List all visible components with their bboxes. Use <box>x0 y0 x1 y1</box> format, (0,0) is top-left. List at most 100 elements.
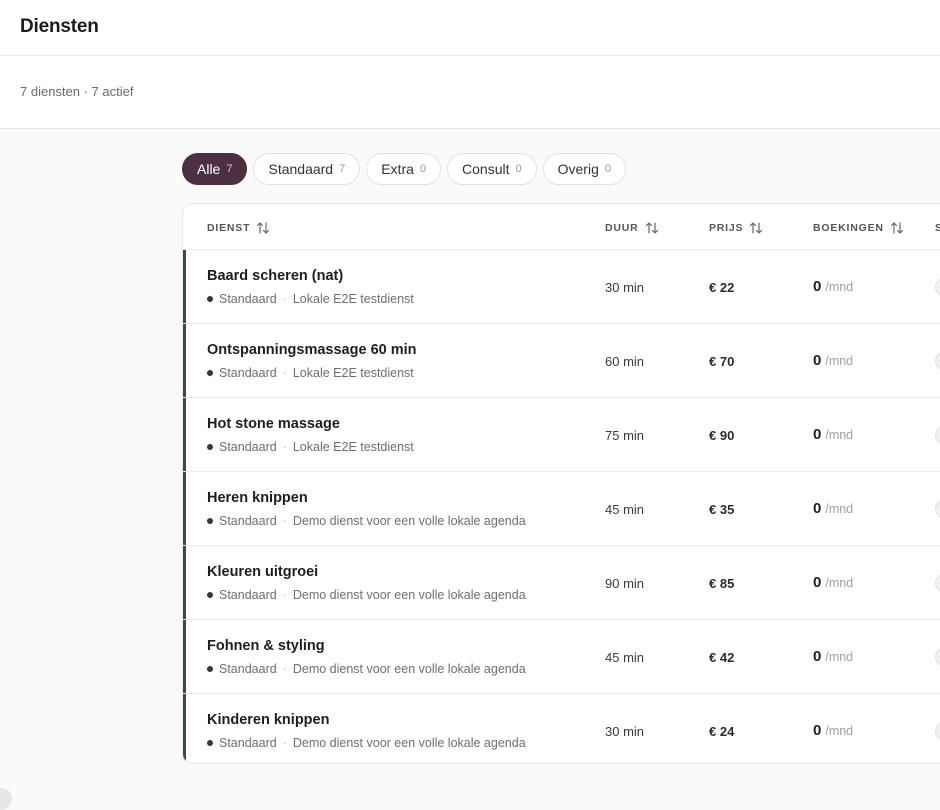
service-description: Lokale E2E testdienst <box>292 292 414 306</box>
service-category: Standaard <box>219 736 277 750</box>
dot-icon <box>207 444 213 450</box>
dot-icon <box>207 592 213 598</box>
service-price: € 24 <box>709 724 735 739</box>
service-price: € 85 <box>709 576 735 591</box>
service-meta: Standaard · Lokale E2E testdienst <box>207 292 414 306</box>
top-bar: Diensten <box>0 0 940 56</box>
table-header: DIENST DUUR PRIJS BOEKINGEN S <box>183 204 940 250</box>
table-row[interactable]: Hot stone massage Standaard · Lokale E2E… <box>183 398 940 472</box>
bookings-unit: /mnd <box>825 502 854 516</box>
bookings-unit: /mnd <box>825 428 854 442</box>
service-category: Standaard <box>219 440 277 454</box>
bookings-count: 0 <box>813 574 822 591</box>
status-toggle[interactable] <box>935 721 940 741</box>
filter-chip-consult[interactable]: Consult 0 <box>447 153 537 185</box>
status-toggle[interactable] <box>935 277 940 297</box>
status-toggle[interactable] <box>935 573 940 593</box>
sort-arrows-icon <box>256 222 270 234</box>
filter-chip-count: 0 <box>419 163 427 175</box>
services-summary: 7 diensten · 7 actief <box>20 84 134 99</box>
floating-help-button[interactable] <box>0 788 12 810</box>
service-name: Heren knippen <box>207 490 308 506</box>
table-row[interactable]: Kleuren uitgroei Standaard · Demo dienst… <box>183 546 940 620</box>
column-label: DUUR <box>605 222 639 234</box>
filter-chip-overig[interactable]: Overig 0 <box>542 153 626 185</box>
row-accent-bar <box>183 398 186 471</box>
column-header-status[interactable]: S <box>935 222 940 234</box>
dot-icon <box>207 296 213 302</box>
filter-chip-count: 0 <box>515 163 522 175</box>
service-category: Standaard <box>219 588 277 602</box>
meta-separator: · <box>282 514 287 528</box>
service-bookings: 0 /mnd <box>813 648 853 665</box>
service-category: Standaard <box>219 366 277 380</box>
service-price: € 90 <box>709 428 735 443</box>
service-meta: Standaard · Lokale E2E testdienst <box>207 366 414 380</box>
filter-chip-label: Consult <box>462 161 510 177</box>
bookings-count: 0 <box>813 426 822 443</box>
filter-chip-extra[interactable]: Extra 0 <box>366 153 442 185</box>
service-price: € 70 <box>709 354 735 369</box>
sort-arrows-icon <box>890 222 904 234</box>
service-name: Ontspanningsmassage 60 min <box>207 342 417 358</box>
dot-icon <box>207 518 213 524</box>
service-price: € 42 <box>709 650 735 665</box>
status-toggle[interactable] <box>935 499 940 519</box>
status-toggle[interactable] <box>935 425 940 445</box>
service-meta: Standaard · Demo dienst voor een volle l… <box>207 514 526 528</box>
filter-chip-label: Overig <box>557 161 599 177</box>
status-toggle[interactable] <box>935 647 940 667</box>
service-price: € 22 <box>709 280 735 295</box>
bookings-unit: /mnd <box>825 354 854 368</box>
service-description: Lokale E2E testdienst <box>292 440 414 454</box>
bookings-unit: /mnd <box>825 650 854 664</box>
filter-chip-alle[interactable]: Alle 7 <box>182 153 248 185</box>
sort-arrows-icon <box>749 222 763 234</box>
status-toggle[interactable] <box>935 351 940 371</box>
bookings-count: 0 <box>813 278 822 295</box>
bookings-unit: /mnd <box>825 724 854 738</box>
row-accent-bar <box>183 546 186 619</box>
table-row[interactable]: Kinderen knippen Standaard · Demo dienst… <box>183 694 940 763</box>
service-name: Kleuren uitgroei <box>207 564 319 580</box>
service-meta: Standaard · Demo dienst voor een volle l… <box>207 588 526 602</box>
column-label: BOEKINGEN <box>813 222 884 234</box>
service-category: Standaard <box>219 662 277 676</box>
services-table: DIENST DUUR PRIJS BOEKINGEN S Baard <box>182 203 940 764</box>
row-accent-bar <box>183 472 186 545</box>
filter-chip-label: Extra <box>381 161 414 177</box>
service-meta: Standaard · Lokale E2E testdienst <box>207 440 414 454</box>
table-row[interactable]: Baard scheren (nat) Standaard · Lokale E… <box>183 250 940 324</box>
bookings-count: 0 <box>813 500 822 517</box>
table-row[interactable]: Ontspanningsmassage 60 min Standaard · L… <box>183 324 940 398</box>
filter-chip-standaard[interactable]: Standaard 7 <box>253 153 361 185</box>
service-bookings: 0 /mnd <box>813 278 853 295</box>
service-duration: 30 min <box>605 724 645 739</box>
column-header-duur[interactable]: DUUR <box>605 222 659 234</box>
bookings-count: 0 <box>813 648 822 665</box>
sort-arrows-icon <box>645 222 659 234</box>
bookings-count: 0 <box>813 722 822 739</box>
filter-chip-count: 7 <box>339 163 346 175</box>
service-duration: 45 min <box>605 502 645 517</box>
column-header-boekingen[interactable]: BOEKINGEN <box>813 222 904 234</box>
service-description: Demo dienst voor een volle lokale agenda <box>292 736 526 750</box>
bookings-count: 0 <box>813 352 822 369</box>
meta-separator: · <box>282 736 287 750</box>
table-row[interactable]: Fohnen & styling Standaard · Demo dienst… <box>183 620 940 694</box>
row-accent-bar <box>183 324 186 397</box>
meta-separator: · <box>282 292 287 306</box>
column-header-dienst[interactable]: DIENST <box>207 222 270 234</box>
table-row[interactable]: Heren knippen Standaard · Demo dienst vo… <box>183 472 940 546</box>
service-bookings: 0 /mnd <box>813 352 853 369</box>
bookings-unit: /mnd <box>825 576 854 590</box>
meta-separator: · <box>282 588 287 602</box>
service-name: Hot stone massage <box>207 416 340 432</box>
service-price: € 35 <box>709 502 735 517</box>
service-category: Standaard <box>219 292 277 306</box>
column-header-prijs[interactable]: PRIJS <box>709 222 763 234</box>
dot-icon <box>207 666 213 672</box>
service-name: Fohnen & styling <box>207 638 325 654</box>
service-name: Baard scheren (nat) <box>207 268 344 284</box>
page-title: Diensten <box>20 16 99 37</box>
